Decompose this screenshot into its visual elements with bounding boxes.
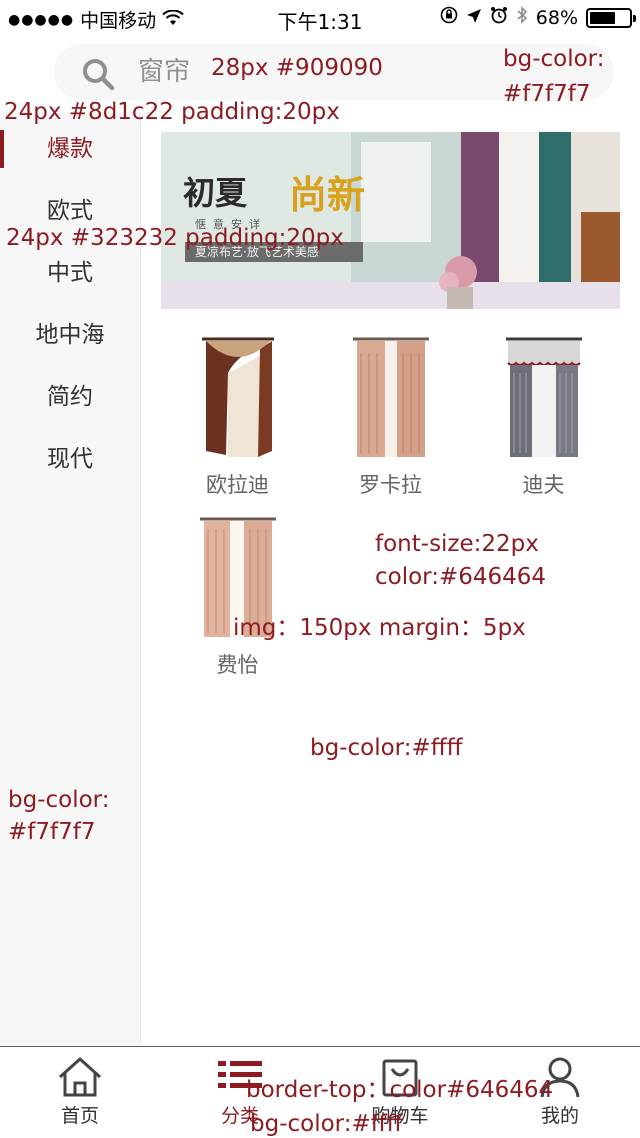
sidebar-item-label: 现代: [47, 446, 93, 472]
product-item[interactable]: 罗卡拉: [314, 328, 467, 499]
annotation-side-bg-1: bg-color:: [8, 787, 110, 813]
bluetooth-icon: [516, 6, 528, 29]
home-icon: [58, 1057, 102, 1097]
sidebar-item-label: 中式: [47, 260, 93, 286]
product-name: 欧拉迪: [206, 473, 269, 497]
annotation-item-style: 24px #323232 padding:20px: [6, 225, 344, 251]
annotation-side-bg-2: #f7f7f7: [8, 819, 96, 845]
annotation-search-bg-1: bg-color:: [503, 46, 605, 72]
promo-banner[interactable]: 初夏 尚新 惬意安详 夏凉布艺·放飞艺术美感: [161, 132, 620, 309]
annotation-tab-border: border-top：color#646464: [246, 1077, 554, 1103]
sidebar-item-minimalist[interactable]: 简约: [0, 366, 140, 428]
tab-home[interactable]: 首页: [0, 1047, 160, 1138]
sidebar-item-mediterranean[interactable]: 地中海: [0, 304, 140, 366]
banner-title-2: 尚新: [289, 172, 366, 217]
curtain-grey-icon: [505, 337, 582, 457]
location-icon: [466, 7, 482, 29]
sidebar-item-label: 地中海: [35, 322, 105, 348]
curtain-brown-icon: [201, 337, 274, 457]
annotation-img-style: img：150px margin：5px: [233, 615, 526, 641]
battery-level: [590, 11, 615, 24]
product-name: 罗卡拉: [359, 473, 422, 497]
status-bar: ●●●●● 中国移动 下午1:31 68%: [0, 0, 640, 36]
lock-rotation-icon: [440, 6, 458, 29]
search-icon: [83, 59, 115, 91]
banner-title-1: 初夏: [183, 174, 248, 212]
alarm-icon: [490, 6, 508, 29]
battery-percent: 68%: [535, 6, 578, 29]
search-placeholder: 窗帘: [138, 57, 191, 87]
annotation-search-style: 28px #909090: [211, 55, 383, 81]
status-right: 68%: [440, 6, 636, 29]
curtain-pink-icon: [352, 337, 429, 457]
sidebar-item-label: 简约: [47, 384, 93, 410]
product-item[interactable]: 迪夫: [467, 328, 620, 499]
sidebar-item-label: 爆款: [47, 136, 93, 162]
annotation-font-color: color:#646464: [375, 564, 547, 590]
product-item[interactable]: 欧拉迪: [161, 328, 314, 499]
battery-icon: [586, 7, 636, 28]
annotation-tab-bg: bg-color:#ffff: [250, 1111, 403, 1137]
product-name: 迪夫: [522, 473, 565, 497]
sidebar-item-modern[interactable]: 现代: [0, 428, 140, 490]
tab-label: 首页: [60, 1105, 99, 1127]
sidebar-item-label: 欧式: [47, 198, 93, 224]
annotation-active-style: 24px #8d1c22 padding:20px: [4, 99, 340, 125]
annotation-main-bg: bg-color:#ffff: [310, 735, 463, 761]
annotation-search-bg-2: #f7f7f7: [503, 81, 591, 107]
product-name: 费怡: [216, 653, 259, 677]
product-item[interactable]: 费怡: [161, 508, 314, 679]
annotation-font-size: font-size:22px: [375, 531, 539, 557]
